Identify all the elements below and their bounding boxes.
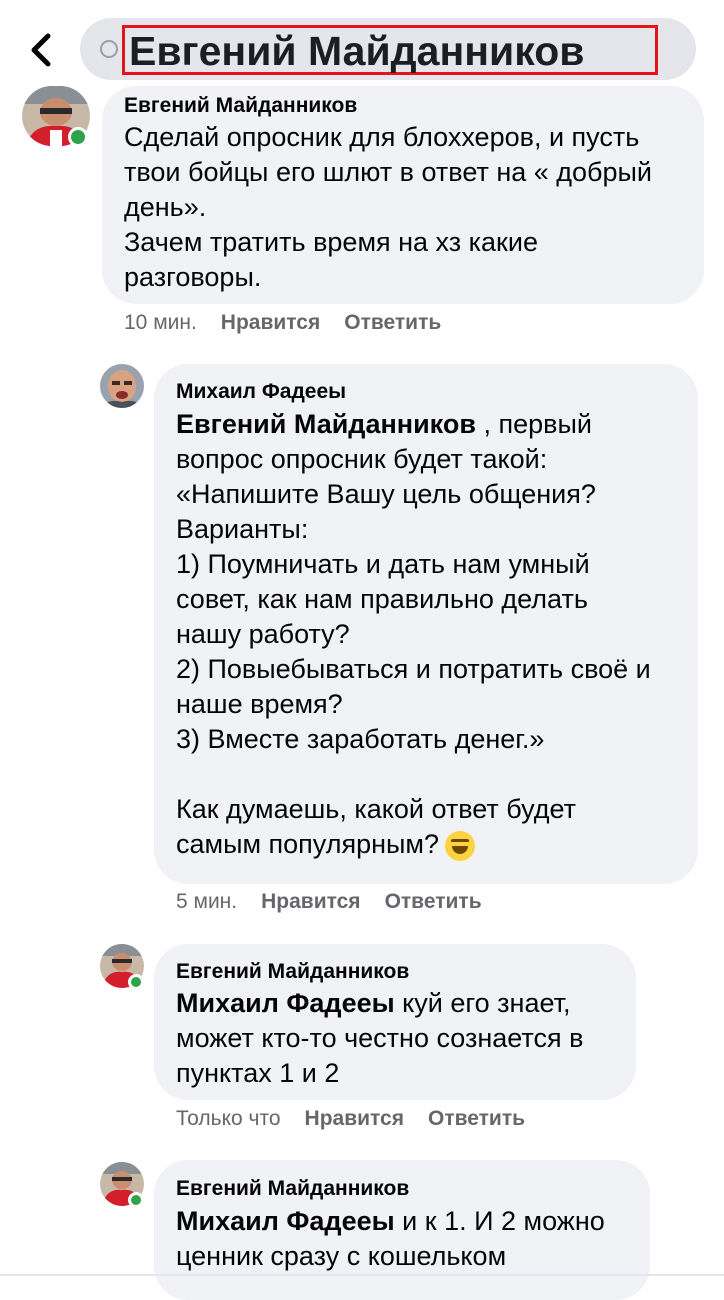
bottom-divider bbox=[0, 1274, 724, 1276]
grinning-squinting-emoji-icon bbox=[445, 830, 475, 861]
comment-author[interactable]: Евгений Майданников bbox=[124, 94, 357, 118]
like-button[interactable]: Нравится bbox=[261, 890, 360, 913]
search-bar[interactable]: Евгений Майданников bbox=[80, 18, 696, 80]
comment-time: 5 мин. bbox=[176, 890, 238, 913]
comment-meta: 5 мин. Нравится Ответить bbox=[176, 890, 482, 914]
search-icon bbox=[100, 40, 118, 58]
reply-button[interactable]: Ответить bbox=[428, 1107, 525, 1130]
comment-text: Михаил Фадееы и к 1. И 2 можно ценник ср… bbox=[176, 1204, 646, 1274]
comment-time: 10 мин. bbox=[124, 311, 197, 334]
comment-time: Только что bbox=[176, 1107, 281, 1130]
comment-meta: Только что Нравится Ответить bbox=[176, 1107, 525, 1131]
search-highlight-box: Евгений Майданников bbox=[122, 25, 658, 75]
online-status-dot bbox=[128, 974, 144, 990]
mention-link[interactable]: Михаил Фадееы bbox=[176, 1206, 395, 1236]
comment-author[interactable]: Евгений Майданников bbox=[176, 960, 409, 984]
comment-text: Михаил Фадееы куй его знает, может кто-т… bbox=[176, 986, 632, 1091]
search-query[interactable]: Евгений Майданников bbox=[129, 28, 584, 74]
avatar-photo-icon bbox=[100, 364, 144, 408]
top-bar: Евгений Майданников bbox=[0, 0, 724, 96]
back-arrow-icon[interactable] bbox=[26, 30, 58, 70]
comment-author[interactable]: Михаил Фадееы bbox=[176, 380, 346, 404]
online-status-dot bbox=[128, 1192, 144, 1208]
reply-button[interactable]: Ответить bbox=[385, 890, 482, 913]
comment-text: Евгений Майданников , первый вопрос опро… bbox=[176, 407, 692, 862]
comment-author[interactable]: Евгений Майданников bbox=[176, 1177, 409, 1201]
like-button[interactable]: Нравится bbox=[221, 311, 320, 334]
mention-link[interactable]: Михаил Фадееы bbox=[176, 988, 395, 1018]
comment-meta: 10 мин. Нравится Ответить bbox=[124, 311, 441, 335]
like-button[interactable]: Нравится bbox=[305, 1107, 404, 1130]
comment-body: , первый вопрос опросник будет такой: «Н… bbox=[176, 409, 651, 859]
avatar[interactable] bbox=[100, 364, 144, 408]
comment-text: Сделай опросник для блоххеров, и пусть т… bbox=[124, 122, 653, 292]
reply-button[interactable]: Ответить bbox=[344, 311, 441, 334]
online-status-dot bbox=[68, 127, 88, 147]
mention-link[interactable]: Евгений Майданников bbox=[176, 409, 476, 439]
